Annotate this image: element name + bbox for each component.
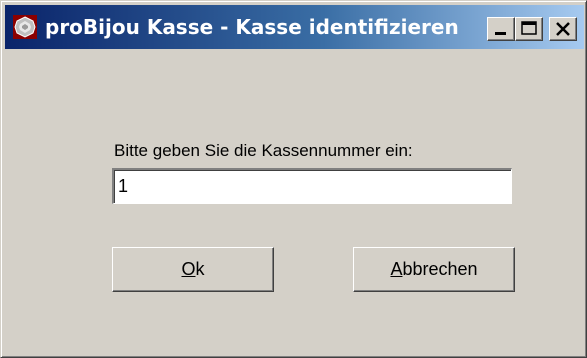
cancel-mnemonic: A [390, 259, 403, 279]
cancel-button[interactable]: Abbrechen [353, 247, 515, 292]
cancel-label: bbrechen [402, 259, 478, 279]
ok-label: k [195, 259, 205, 279]
register-number-input[interactable] [112, 168, 512, 204]
window-title: proBijou Kasse - Kasse identifizieren [45, 15, 459, 39]
maximize-icon [521, 21, 537, 35]
prompt-label: Bitte geben Sie die Kassennummer ein: [114, 141, 413, 160]
minimize-icon [495, 32, 506, 35]
close-icon [556, 22, 570, 36]
close-button[interactable] [549, 17, 577, 41]
app-icon [13, 15, 37, 39]
dialog-window: proBijou Kasse - Kasse identifizieren Bi… [0, 0, 587, 358]
minimize-button[interactable] [487, 17, 515, 41]
ok-button[interactable]: Ok [112, 247, 274, 292]
ok-mnemonic: O [181, 259, 196, 279]
maximize-button[interactable] [515, 17, 543, 41]
title-bar[interactable]: proBijou Kasse - Kasse identifizieren [5, 5, 584, 49]
